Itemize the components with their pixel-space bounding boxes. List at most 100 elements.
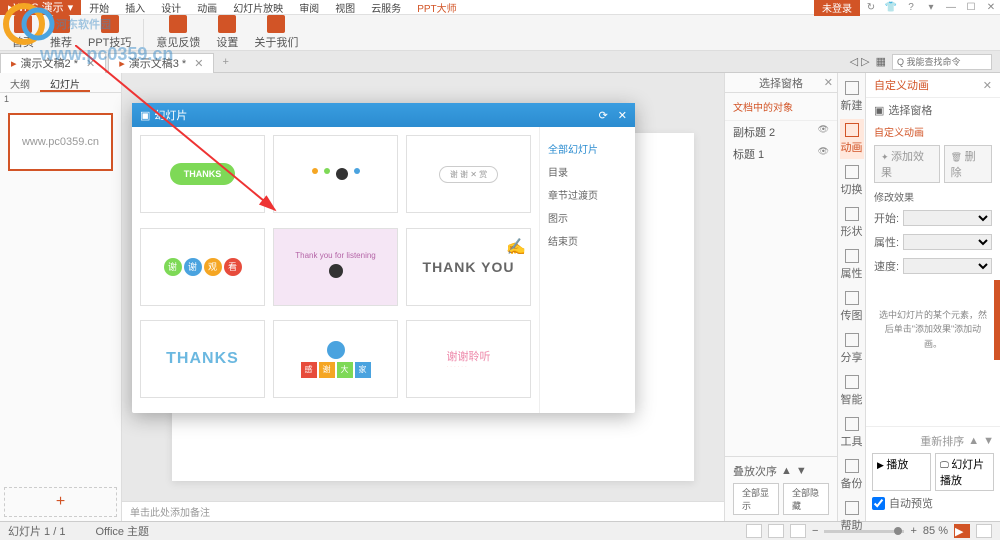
add-tab-button[interactable]: + <box>216 56 234 68</box>
add-effect-button[interactable]: ✦ 添加效果 <box>874 145 940 183</box>
visibility-icon[interactable]: 👁 <box>818 146 829 162</box>
select-pane-label[interactable]: 选择窗格 <box>888 102 932 118</box>
side-upload[interactable]: 传图 <box>840 287 864 327</box>
side-shape[interactable]: 形状 <box>840 203 864 243</box>
tool-about[interactable]: 关于我们 <box>246 13 306 52</box>
side-share[interactable]: 分享 <box>840 329 864 369</box>
move-up-icon[interactable]: ▲ <box>968 435 979 447</box>
view-reading-icon[interactable] <box>790 524 806 538</box>
zoom-in-icon[interactable]: + <box>910 525 916 537</box>
view-normal-icon[interactable] <box>746 524 762 538</box>
move-down-icon[interactable]: ▼ <box>983 435 994 447</box>
menu-pptmaster[interactable]: PPT大师 <box>409 0 464 15</box>
side-smart[interactable]: 智能 <box>840 371 864 411</box>
add-slide-button[interactable]: + <box>4 487 117 517</box>
zoom-slider[interactable] <box>824 530 904 533</box>
tool-recommend[interactable]: 推荐 <box>42 13 80 52</box>
template-grid: THANKS 谢 谢 ✕ 赏 谢谢观看 Thank you for listen… <box>132 127 539 413</box>
start-select[interactable] <box>903 210 992 226</box>
template-item[interactable]: 感谢大家 <box>273 320 398 398</box>
tab-outline[interactable]: 大纲 <box>0 73 40 92</box>
play-button[interactable]: ▶ 播放 <box>872 453 931 491</box>
hide-all-button[interactable]: 全部隐藏 <box>783 483 829 515</box>
menu-cloud[interactable]: 云服务 <box>363 0 409 15</box>
template-item[interactable]: 谢 谢 ✕ 赏 <box>406 135 531 213</box>
popup-close-icon[interactable]: ✕ <box>618 109 627 122</box>
side-props[interactable]: 属性 <box>840 245 864 285</box>
file-tab-2[interactable]: ▸ 演示文稿3 * ✕ <box>108 53 214 73</box>
cat-toc[interactable]: 目录 <box>548 160 627 183</box>
cat-all[interactable]: 全部幻灯片 <box>548 137 627 160</box>
search-input[interactable] <box>892 54 992 70</box>
tab-close-icon[interactable]: ✕ <box>194 57 203 70</box>
minimize-icon[interactable]: — <box>942 0 960 14</box>
slide-thumbnail[interactable]: www.pc0359.cn <box>8 113 113 171</box>
cat-diagram[interactable]: 图示 <box>548 206 627 229</box>
maximize-icon[interactable]: ☐ <box>962 0 980 14</box>
title-right: 未登录 ↻ 👕 ? ▾ — ☐ ✕ <box>814 0 1000 16</box>
delete-effect-button[interactable]: 🗑 删除 <box>944 145 992 183</box>
speed-select[interactable] <box>903 258 992 274</box>
menu-icon[interactable]: ▾ <box>922 0 940 14</box>
tool-label: 首页 <box>12 34 34 50</box>
login-button[interactable]: 未登录 <box>814 0 860 16</box>
cat-end[interactable]: 结束页 <box>548 229 627 252</box>
grid-icon[interactable]: ▦ <box>876 55 886 68</box>
tool-feedback[interactable]: 意见反馈 <box>148 13 208 52</box>
select-pane-icon[interactable]: ▣ <box>874 104 884 117</box>
side-new[interactable]: 新建 <box>840 77 864 117</box>
reorder-label: 重新排序 <box>920 433 964 449</box>
popup-header: ▣ 幻灯片 ⟳ ✕ <box>132 103 635 127</box>
side-transition[interactable]: 切换 <box>840 161 864 201</box>
template-item[interactable]: THANKS <box>140 320 265 398</box>
side-tools-btn[interactable]: 工具 <box>840 413 864 453</box>
tool-label: 关于我们 <box>254 34 298 50</box>
side-backup[interactable]: 备份 <box>840 455 864 495</box>
tool-label: 推荐 <box>50 34 72 50</box>
animation-panel: 自定义动画 ✕ ▣ 选择窗格 自定义动画 ✦ 添加效果 🗑 删除 修改效果 开始… <box>865 73 1000 521</box>
play-slideshow-icon[interactable]: ▶ <box>954 524 970 538</box>
tool-home[interactable]: 首页 <box>4 13 42 52</box>
help-icon[interactable]: ? <box>902 0 920 14</box>
tab-close-icon[interactable]: ✕ <box>86 57 95 70</box>
template-item[interactable]: 谢谢观看 <box>140 228 265 306</box>
autoprev-checkbox[interactable] <box>872 497 885 510</box>
template-item[interactable]: 谢谢聆听· · · · · · <box>406 320 531 398</box>
down-icon[interactable]: ▼ <box>796 465 807 477</box>
fit-icon[interactable] <box>976 524 992 538</box>
popup-title: 幻灯片 <box>154 107 187 123</box>
menu-view[interactable]: 视图 <box>327 0 363 15</box>
skin-icon[interactable]: 👕 <box>882 0 900 14</box>
file-tab-1[interactable]: ▸ 演示文稿2 * ✕ <box>0 53 106 73</box>
visibility-icon[interactable]: 👁 <box>818 124 829 140</box>
tool-settings[interactable]: 设置 <box>208 13 246 52</box>
anim-close-icon[interactable]: ✕ <box>983 79 992 92</box>
nav-btns[interactable]: ◁ ▷ <box>850 55 870 68</box>
tab-slides[interactable]: 幻灯片 <box>40 73 90 92</box>
scrollbar[interactable] <box>994 280 1000 360</box>
objects-section-title: 文档中的对象 <box>725 93 837 121</box>
notes-bar[interactable]: 单击此处添加备注 <box>122 501 724 521</box>
template-item[interactable] <box>273 135 398 213</box>
zoom-handle[interactable] <box>894 527 902 535</box>
cat-section[interactable]: 章节过渡页 <box>548 183 627 206</box>
tool-tips[interactable]: PPT技巧 <box>80 13 139 52</box>
slideshow-button[interactable]: 🖵 幻灯片播放 <box>935 453 994 491</box>
template-item[interactable]: Thank you for listening <box>273 228 398 306</box>
show-all-button[interactable]: 全部显示 <box>733 483 779 515</box>
object-item[interactable]: 副标题 2 👁 <box>725 121 837 143</box>
dropdown-icon[interactable]: ▾ <box>68 1 74 14</box>
refresh-icon[interactable]: ⟳ <box>599 109 608 122</box>
template-item[interactable]: THANK YOU✍ <box>406 228 531 306</box>
canvas-main[interactable]: ▣ 幻灯片 ⟳ ✕ THANKS 谢 谢 ✕ 赏 谢谢观看 Thank you … <box>122 73 724 501</box>
prop-select[interactable] <box>903 234 992 250</box>
sync-icon[interactable]: ↻ <box>862 0 880 14</box>
template-item[interactable]: THANKS <box>140 135 265 213</box>
up-icon[interactable]: ▲ <box>781 465 792 477</box>
pane-close-icon[interactable]: ✕ <box>824 76 833 89</box>
object-item[interactable]: 标题 1 👁 <box>725 143 837 165</box>
side-anim[interactable]: 动画 <box>840 119 864 159</box>
zoom-out-icon[interactable]: − <box>812 525 818 537</box>
close-icon[interactable]: ✕ <box>982 0 1000 14</box>
view-sorter-icon[interactable] <box>768 524 784 538</box>
